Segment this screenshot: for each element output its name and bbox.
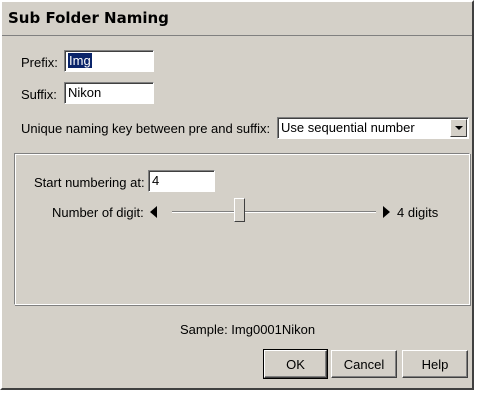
digits-slider-thumb[interactable] xyxy=(234,198,246,222)
ok-button[interactable]: OK xyxy=(263,349,328,379)
increase-digits-icon[interactable] xyxy=(383,206,390,218)
digits-slider-track[interactable] xyxy=(172,211,376,213)
suffix-field[interactable]: Nikon xyxy=(64,82,154,104)
suffix-label: Suffix: xyxy=(21,87,57,102)
start-numbering-field[interactable]: 4 xyxy=(148,170,215,192)
window-title: Sub Folder Naming xyxy=(8,9,169,27)
prefix-value: Img xyxy=(68,53,92,68)
start-numbering-label: Start numbering at: xyxy=(34,175,145,190)
digits-value: 4 digits xyxy=(397,205,439,220)
number-of-digit-label: Number of digit: xyxy=(52,205,144,220)
title-bar[interactable]: Sub Folder Naming xyxy=(2,2,472,36)
naming-key-label: Unique naming key between pre and suffix… xyxy=(21,121,271,136)
decrease-digits-icon[interactable] xyxy=(150,206,157,218)
start-numbering-value: 4 xyxy=(152,173,160,188)
chevron-down-icon[interactable] xyxy=(450,119,467,137)
prefix-label: Prefix: xyxy=(21,55,58,70)
sample-text: Sample: Img0001Nikon xyxy=(180,322,316,337)
suffix-value: Nikon xyxy=(68,85,102,100)
cancel-button[interactable]: Cancel xyxy=(331,350,397,378)
prefix-field[interactable]: Img xyxy=(64,50,154,72)
naming-key-selected: Use sequential number xyxy=(281,120,415,135)
help-button[interactable]: Help xyxy=(402,350,468,378)
naming-key-dropdown[interactable]: Use sequential number xyxy=(277,117,469,139)
